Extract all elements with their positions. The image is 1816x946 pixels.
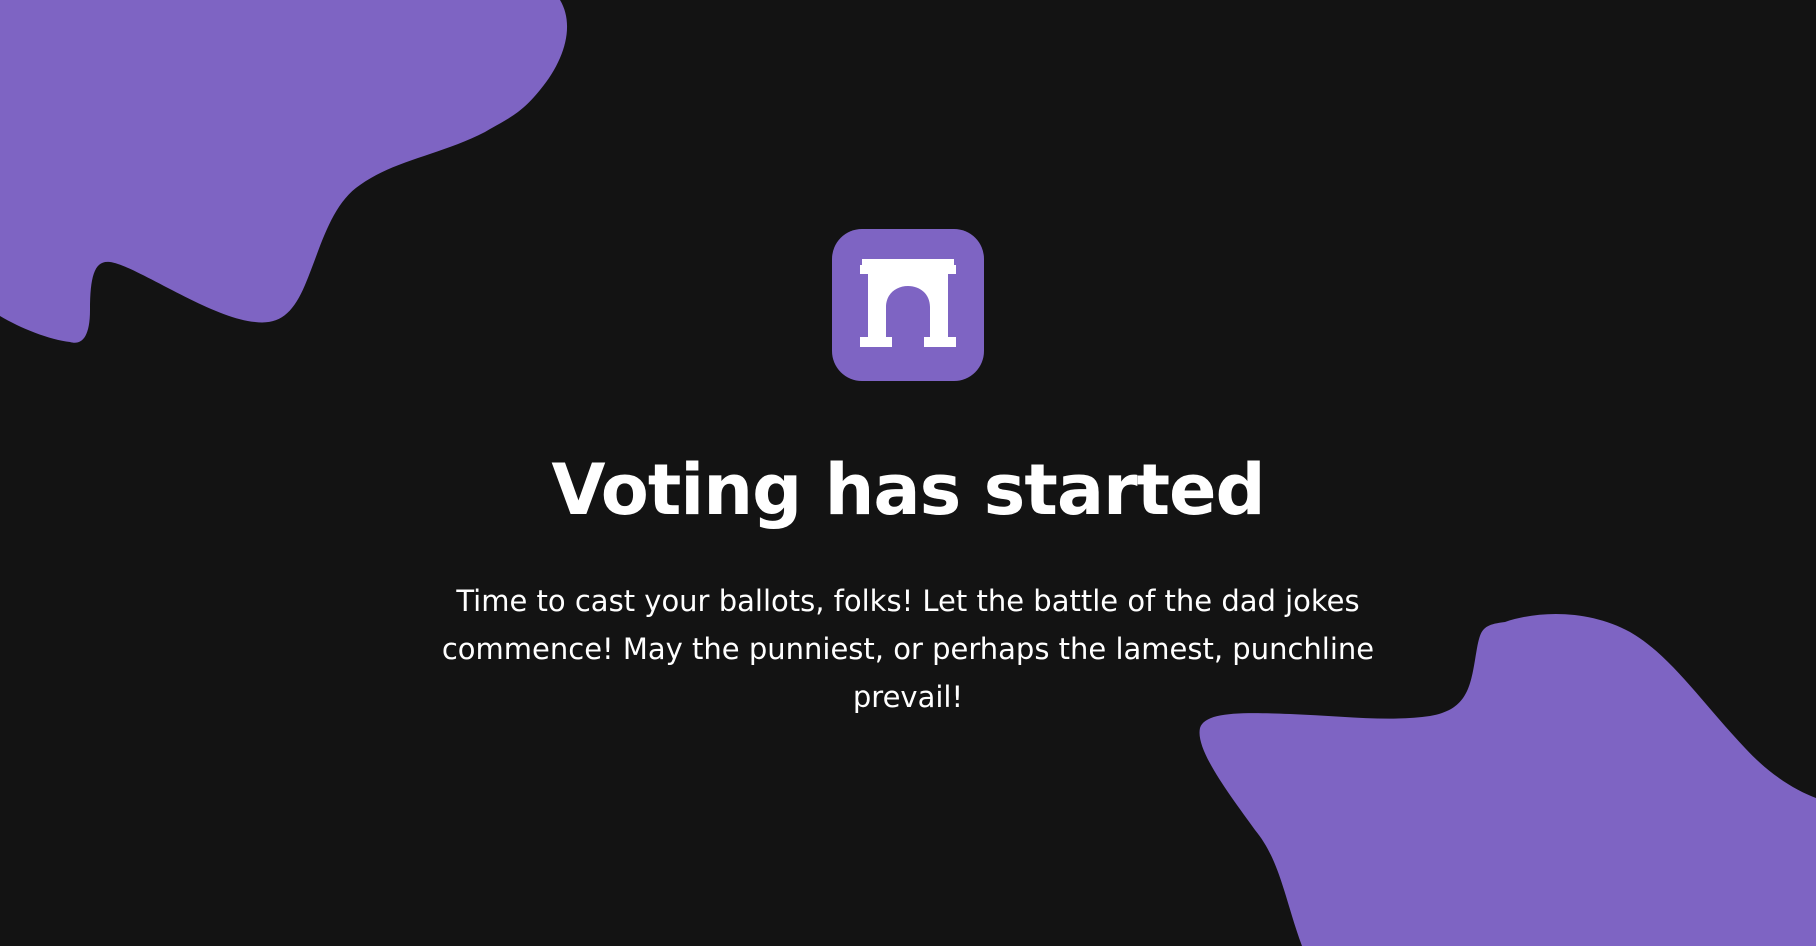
voting-started-screen: Voting has started Time to cast your bal… (0, 0, 1816, 946)
voting-description: Time to cast your ballots, folks! Let th… (441, 584, 1375, 714)
arch-icon (860, 259, 956, 347)
app-logo (832, 229, 984, 381)
page-title: Voting has started (551, 449, 1265, 531)
